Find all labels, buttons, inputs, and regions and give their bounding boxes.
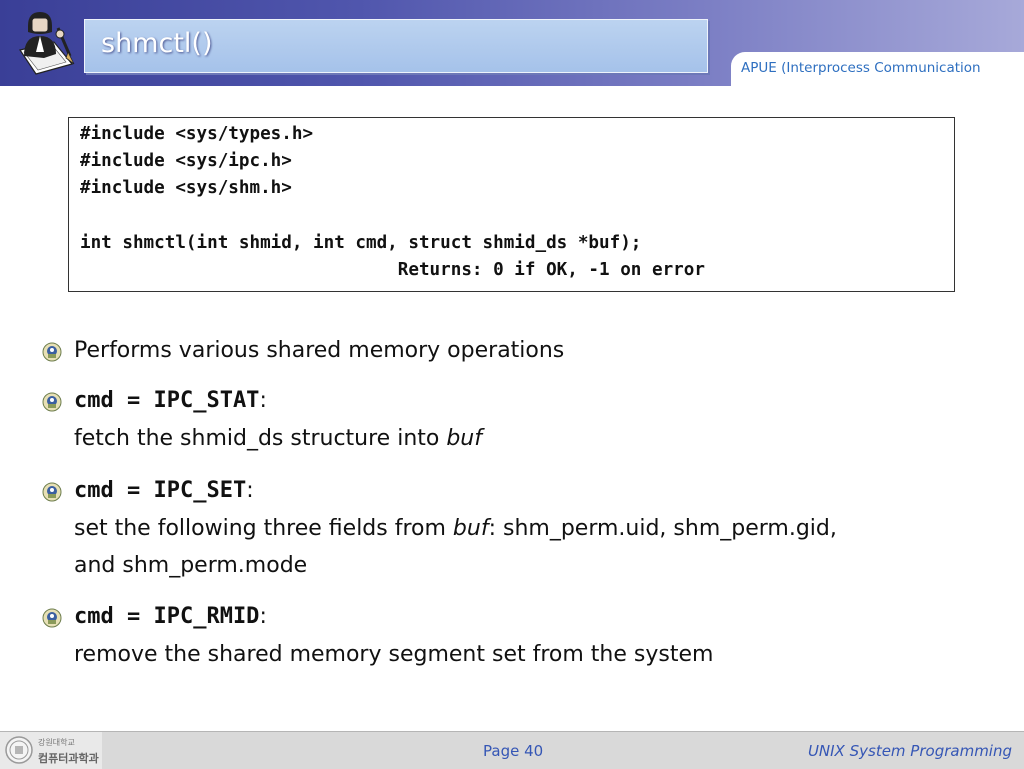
footer-university: 강원대학교 — [38, 738, 75, 747]
colon: : — [259, 604, 267, 629]
code-line: int shmctl(int shmid, int cmd, struct sh… — [80, 233, 642, 253]
university-seal-icon — [4, 735, 34, 765]
bullet-description-line2: and shm_perm.mode — [74, 553, 308, 578]
bullet-description: set the following three fields from buf:… — [74, 516, 837, 541]
header-band: shmctl() APUE (Interprocess Communicatio… — [0, 0, 1024, 86]
man-with-pen-logo-icon — [14, 6, 80, 76]
bullet-heading: cmd = IPC_STAT: — [74, 388, 267, 413]
code-line: Returns: 0 if OK, -1 on error — [80, 260, 705, 280]
desc-emphasis: buf — [452, 516, 489, 541]
footer: 강원대학교 컴퓨터과학과 Page 40 UNIX System Program… — [0, 731, 1024, 769]
footer-logo-area: 강원대학교 컴퓨터과학과 — [0, 732, 102, 769]
cmd-code: cmd = IPC_SET — [74, 478, 247, 503]
code-line: #include <sys/ipc.h> — [80, 151, 292, 171]
page-number: Page 40 — [483, 742, 544, 760]
title-box: shmctl() — [84, 19, 708, 73]
cmd-code: cmd = IPC_RMID — [74, 604, 260, 629]
bullet-text: Performs various shared memory operation… — [74, 338, 565, 363]
desc-text: fetch the shmid_ds structure into — [74, 426, 447, 451]
desc-text: : shm_perm.uid, shm_perm.gid, — [488, 516, 837, 541]
university-emblem-bullet-icon — [42, 392, 62, 412]
bullet-heading: cmd = IPC_RMID: — [74, 604, 267, 629]
colon: : — [246, 478, 254, 503]
university-emblem-bullet-icon — [42, 608, 62, 628]
subtitle-box: APUE (Interprocess Communication — [731, 52, 1024, 86]
desc-text: set the following three fields from — [74, 516, 453, 541]
bullet-description: remove the shared memory segment set fro… — [74, 642, 714, 667]
course-title: UNIX System Programming — [807, 742, 1012, 760]
footer-department: 컴퓨터과학과 — [38, 752, 99, 765]
code-box: #include <sys/types.h> #include <sys/ipc… — [68, 117, 955, 292]
code-line: #include <sys/shm.h> — [80, 178, 292, 198]
colon: : — [259, 388, 267, 413]
university-emblem-bullet-icon — [42, 342, 62, 362]
cmd-code: cmd = IPC_STAT — [74, 388, 260, 413]
page-title: shmctl() — [101, 28, 213, 59]
code-line: #include <sys/types.h> — [80, 124, 314, 144]
section-subtitle: APUE (Interprocess Communication — [741, 60, 981, 76]
desc-emphasis: buf — [446, 426, 482, 451]
bullet-heading: cmd = IPC_SET: — [74, 478, 254, 503]
university-emblem-bullet-icon — [42, 482, 62, 502]
bullet-description: fetch the shmid_ds structure into buf — [74, 426, 482, 451]
